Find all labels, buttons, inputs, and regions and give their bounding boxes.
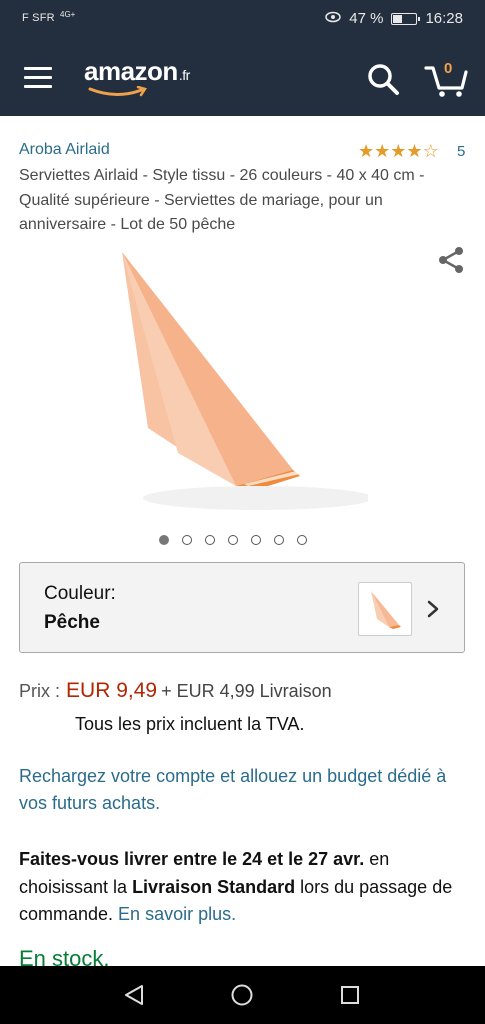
carousel-dot[interactable] <box>182 535 192 545</box>
recents-icon[interactable] <box>338 983 362 1007</box>
smile-icon <box>88 86 147 97</box>
product-title: Serviettes Airlaid - Style tissu - 26 co… <box>19 167 425 233</box>
color-value: Pêche <box>44 612 100 633</box>
carousel-dot[interactable] <box>274 535 284 545</box>
promo-link[interactable]: Rechargez votre compte et allouez un bud… <box>19 763 459 817</box>
price-label: Prix : <box>19 681 61 701</box>
learn-more-link[interactable]: En savoir plus. <box>118 904 236 924</box>
shipping-cost: + EUR 4,99 Livraison <box>161 681 332 701</box>
price-value: EUR 9,49 <box>66 679 158 702</box>
network-type: 4G+ <box>60 10 76 19</box>
home-icon[interactable] <box>230 983 254 1007</box>
cart-count: 0 <box>444 60 453 77</box>
logo-suffix: .fr <box>178 67 190 83</box>
image-carousel-dots[interactable] <box>159 535 307 545</box>
battery-percent: 47 % <box>349 10 384 27</box>
carousel-dot[interactable] <box>205 535 215 545</box>
star-icon: ★ <box>374 141 391 161</box>
share-icon[interactable] <box>436 245 466 275</box>
rating-stars[interactable]: ★ ★ ★ ★ ☆ <box>358 142 439 160</box>
tax-note: Tous les prix incluent la TVA. <box>75 714 305 734</box>
search-icon[interactable] <box>366 62 400 96</box>
carrier-label: F SFR <box>22 12 55 24</box>
logo-text: amazon <box>84 56 178 86</box>
star-icon: ★ <box>358 141 375 161</box>
chevron-right-icon <box>426 599 440 619</box>
status-right: 47 % 16:28 <box>325 10 463 27</box>
product-image[interactable] <box>118 248 373 514</box>
delivery-method: Livraison Standard <box>132 876 296 897</box>
status-bar: F SFR 4G+ 47 % 16:28 <box>0 0 485 40</box>
amazon-logo[interactable]: amazon.fr <box>84 56 190 97</box>
delivery-info: Faites-vous livrer entre le 24 et le 27 … <box>19 846 459 929</box>
carousel-dot[interactable] <box>297 535 307 545</box>
brand-link[interactable]: Aroba Airlaid <box>19 141 110 159</box>
color-label: Couleur: <box>44 583 116 604</box>
battery-icon <box>391 12 421 25</box>
color-thumbnail <box>358 582 412 636</box>
clock: 16:28 <box>425 10 463 27</box>
star-icon: ★ <box>406 141 423 161</box>
app-header: amazon.fr 0 <box>0 40 485 116</box>
rating-count[interactable]: 5 <box>457 143 465 160</box>
price-row: Prix : EUR 9,49 + EUR 4,99 Livraison <box>19 679 332 703</box>
menu-icon[interactable] <box>24 67 52 89</box>
system-nav-bar <box>0 966 485 1024</box>
carousel-dot[interactable] <box>251 535 261 545</box>
star-icon: ★ <box>390 141 407 161</box>
carousel-dot[interactable] <box>228 535 238 545</box>
delivery-dates: Faites-vous livrer entre le 24 et le 27 … <box>19 849 365 869</box>
back-icon[interactable] <box>122 983 146 1007</box>
star-half-icon: ☆ <box>422 141 439 161</box>
color-selector[interactable]: Couleur: Pêche <box>19 562 465 653</box>
cart-button[interactable]: 0 <box>424 60 468 98</box>
carousel-dot[interactable] <box>159 535 169 545</box>
eye-icon <box>325 10 341 27</box>
